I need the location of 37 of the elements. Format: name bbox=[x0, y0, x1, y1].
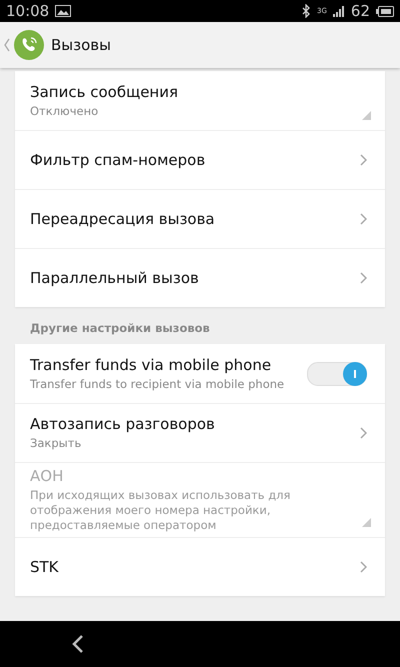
signal-icon bbox=[332, 5, 345, 17]
setting-title: Переадресация вызова bbox=[30, 210, 216, 228]
back-button[interactable] bbox=[72, 634, 84, 654]
dropdown-corner-icon bbox=[362, 111, 371, 120]
settings-row[interactable]: STK bbox=[15, 536, 385, 596]
setting-description: Закрыть bbox=[30, 436, 82, 451]
status-time: 10:08 bbox=[6, 2, 50, 20]
toggle-switch[interactable] bbox=[307, 362, 367, 386]
setting-title: Фильтр спам-номеров bbox=[30, 151, 206, 169]
setting-title: STK bbox=[30, 558, 60, 576]
chevron-right-icon bbox=[360, 560, 367, 573]
setting-title: Запись сообщения bbox=[30, 82, 180, 101]
settings-row[interactable]: Transfer funds via mobile phone Transfer funds to recipient via mobile phone bbox=[15, 344, 385, 403]
battery-icon bbox=[376, 6, 394, 16]
battery-level: 62 bbox=[350, 2, 370, 20]
dropdown-corner-icon bbox=[362, 518, 371, 527]
settings-row[interactable]: Переадресация вызова bbox=[15, 189, 385, 248]
phone-app-icon bbox=[14, 30, 44, 60]
chevron-right-icon bbox=[360, 213, 367, 225]
settings-row[interactable]: Фильтр спам-номеров bbox=[15, 130, 385, 189]
setting-description: Отключено bbox=[30, 104, 100, 118]
setting-description: Transfer funds to recipient via mobile phone bbox=[30, 376, 286, 392]
section-header: Другие настройки вызовов bbox=[29, 320, 211, 337]
setting-title: Автозапись разговоров bbox=[30, 415, 216, 434]
image-icon bbox=[55, 5, 72, 17]
setting-title: АОН bbox=[30, 467, 64, 485]
settings-row[interactable]: Параллельный вызов bbox=[15, 248, 385, 307]
setting-title: Transfer funds via mobile phone bbox=[30, 356, 272, 374]
settings-row[interactable]: Запись сообщения Отключено bbox=[15, 71, 385, 130]
bluetooth-icon bbox=[302, 4, 312, 18]
setting-title: Параллельный вызов bbox=[30, 269, 200, 287]
settings-row[interactable]: Автозапись разговоров Закрыть bbox=[15, 403, 385, 462]
screen-title: Вызовы bbox=[51, 36, 111, 54]
chevron-right-icon bbox=[360, 272, 367, 284]
chevron-right-icon bbox=[360, 154, 367, 166]
chevron-right-icon bbox=[360, 427, 367, 439]
setting-description: При исходящих вызовах использовать для отображения моего номера настройки, предоставляемые оператором bbox=[30, 488, 292, 533]
